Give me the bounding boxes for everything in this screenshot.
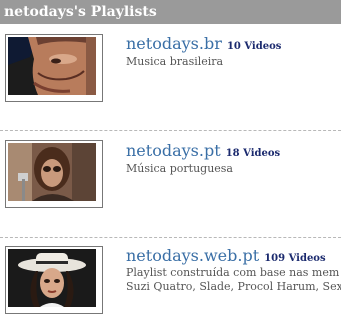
playlist-description-br: Musica brasileira — [126, 55, 223, 69]
video-count-web-pt: 109 Videos — [264, 253, 326, 264]
video-count-pt: 18 Videos — [225, 148, 281, 159]
description-line: Musica brasileira — [126, 55, 224, 68]
playlist-description-web-pt: Playlist construída com base nas mem Suz… — [126, 266, 341, 294]
description-line: Música portuguesa — [126, 162, 233, 175]
divider — [0, 130, 341, 131]
playlist-link-web-pt[interactable]: netodays.web.pt — [126, 246, 259, 265]
playlist-thumbnail-pt[interactable] — [5, 140, 105, 208]
playlist-thumbnail-web-pt[interactable] — [5, 246, 105, 314]
description-line: Playlist construída com base nas mem — [126, 266, 340, 279]
thumbnail-image-pt — [5, 140, 103, 208]
thumbnail-image-web-pt — [5, 246, 103, 314]
divider — [0, 237, 341, 238]
playlists-header-title: netodays's Playlists — [4, 4, 157, 20]
thumbnail-image-br — [5, 34, 103, 102]
video-count-br: 10 Videos — [226, 41, 282, 52]
playlist-thumbnail-br[interactable] — [5, 34, 105, 102]
playlist-link-br[interactable]: netodays.br — [126, 34, 222, 53]
description-line: Suzi Quatro, Slade, Procol Harum, Sex — [126, 280, 341, 293]
singer-face-image — [8, 37, 96, 95]
playlist-link-pt[interactable]: netodays.pt — [126, 141, 221, 160]
playlist-description-pt: Música portuguesa — [126, 162, 233, 176]
singer-with-microphone-image — [8, 143, 96, 201]
singer-with-hat-image — [8, 249, 96, 307]
playlists-header: netodays's Playlists — [0, 0, 341, 24]
